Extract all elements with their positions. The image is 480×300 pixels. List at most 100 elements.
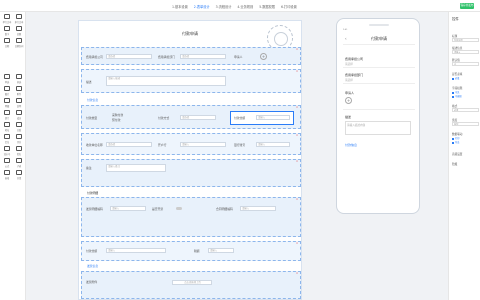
- form-row[interactable]: 描述 请输入描述 ✕: [81, 69, 301, 93]
- upload-area[interactable]: 点击或拖拽上传: [172, 280, 212, 285]
- tab-print-settings[interactable]: 6.打印设置: [281, 4, 297, 9]
- editable-checkbox[interactable]: 可编辑: [452, 94, 462, 98]
- delete-icon[interactable]: ✕: [296, 106, 298, 109]
- default-field[interactable]: 无: [452, 62, 479, 66]
- tab-data-permissions[interactable]: 5.数据权限: [259, 4, 275, 9]
- component-palette: 单行文本 多行文本 数字 金额 日期 日期区间 单选 多选 图片 附件 明细 说…: [0, 12, 26, 300]
- image-icon: [4, 86, 10, 91]
- phone-notch: [369, 24, 389, 26]
- mobile-description-textarea[interactable]: 请输入描述内容: [345, 121, 411, 135]
- palette-item[interactable]: 金额: [13, 26, 25, 37]
- palette-item[interactable]: 单行文本: [1, 14, 13, 25]
- delete-icon[interactable]: ✕: [296, 272, 298, 275]
- delete-icon[interactable]: ✕: [296, 48, 298, 51]
- form-row[interactable]: 费用承担公司 请选择 费用承担部门 请选择 申请人 + ✕: [81, 47, 301, 65]
- payee-select[interactable]: 请选择: [106, 142, 152, 147]
- description-textarea[interactable]: 请输入描述: [106, 76, 226, 86]
- back-icon[interactable]: ‹: [345, 33, 347, 45]
- save-publish-button[interactable]: 保存并发布: [460, 2, 474, 9]
- remark-textarea[interactable]: 请输入备注: [106, 164, 166, 172]
- form-row[interactable]: 付款类型 采购付款 预付款 付款方式 请选择 付款金额 请输入 ✕: [81, 105, 301, 129]
- payment-amount-input[interactable]: 请输入: [106, 248, 166, 253]
- palette-item[interactable]: 表格: [1, 170, 13, 181]
- palette-item[interactable]: 定位: [1, 134, 13, 145]
- delete-icon[interactable]: ✕: [296, 160, 298, 163]
- link-icon: [16, 122, 22, 127]
- department-icon: [4, 110, 10, 115]
- tax-input[interactable]: 请输入: [208, 248, 234, 253]
- tab-process-design[interactable]: 3.流程设计: [216, 4, 232, 9]
- palette-item[interactable]: 日期: [1, 38, 13, 49]
- width-field[interactable]: 按钮: [452, 122, 479, 126]
- signature-icon: [16, 146, 22, 151]
- date-icon: [4, 38, 10, 43]
- bank-input[interactable]: 请输入: [180, 142, 226, 147]
- company-placeholder[interactable]: 请选择: [345, 62, 353, 66]
- palette-item[interactable]: 数字: [1, 26, 13, 37]
- address-icon: [4, 122, 10, 127]
- palette-item[interactable]: 多选: [13, 74, 25, 85]
- textarea-icon: [16, 14, 22, 19]
- department-select[interactable]: 请选择: [180, 54, 226, 59]
- form-canvas[interactable]: 付款申请 费用承担公司 请选择 费用承担部门 请选择 申请人 + ✕ 描述 请输…: [78, 20, 302, 300]
- palette-item[interactable]: 图片: [1, 86, 13, 97]
- delete-icon[interactable]: ✕: [296, 242, 298, 245]
- section-header: 付款明细: [87, 191, 99, 195]
- palette-item[interactable]: 单选: [1, 74, 13, 85]
- group-icon: [16, 170, 22, 175]
- delete-icon[interactable]: ✕: [296, 198, 298, 201]
- palette-item[interactable]: 子表: [13, 158, 25, 169]
- radio-icon: [4, 74, 10, 79]
- required-checkbox[interactable]: 必填: [452, 76, 459, 80]
- palette-item[interactable]: 日期区间: [13, 38, 25, 49]
- checkbox-icon: [16, 74, 22, 79]
- tab-business-rules[interactable]: 4.业务规则: [237, 4, 253, 9]
- form-row[interactable]: 付款金额 请输入 税额 请输入 ✕: [81, 241, 301, 261]
- tab-form-design[interactable]: 2.表单设计: [194, 4, 210, 9]
- add-applicant-button[interactable]: +: [345, 97, 352, 104]
- status-bar: 9:41: [343, 29, 348, 31]
- mobile-title: ‹ 付款申请: [343, 33, 415, 45]
- palette-item[interactable]: 公式: [1, 158, 13, 169]
- member-icon: [16, 110, 22, 115]
- palette-item[interactable]: 明细: [1, 98, 13, 109]
- palette-item[interactable]: 分组: [13, 170, 25, 181]
- star-icon: [16, 134, 22, 139]
- export-checkbox[interactable]: 导出: [452, 140, 459, 144]
- amount-input[interactable]: 请输入: [256, 115, 290, 120]
- add-applicant-button[interactable]: +: [260, 53, 267, 60]
- title-field[interactable]: 付款申请: [452, 38, 479, 42]
- palette-item[interactable]: 流水号: [1, 146, 13, 157]
- dept-placeholder[interactable]: 请选择: [345, 78, 353, 82]
- location-icon: [4, 134, 10, 139]
- palette-item[interactable]: 部门: [1, 110, 13, 121]
- formula-icon: [4, 158, 10, 163]
- palette-item[interactable]: 附件: [13, 86, 25, 97]
- palette-item[interactable]: 评分: [13, 134, 25, 145]
- number-icon: [4, 26, 10, 31]
- invoice-code-input[interactable]: 请输入: [110, 206, 146, 211]
- desc-field[interactable]: 请输入: [452, 50, 479, 54]
- section-link[interactable]: 付款信息: [345, 143, 357, 147]
- form-row[interactable]: 发票明细编码 请输入 是否开票 合同明细编码 请输入 ✕: [81, 197, 301, 237]
- palette-item[interactable]: 多行文本: [13, 14, 25, 25]
- delete-icon[interactable]: ✕: [296, 70, 298, 73]
- invoice-toggle[interactable]: [176, 207, 182, 210]
- form-row[interactable]: 发票附件 点击或拖拽上传 ✕: [81, 271, 301, 299]
- contract-code-input[interactable]: 请输入: [240, 206, 276, 211]
- form-row[interactable]: 备注 请输入备注 ✕: [81, 159, 301, 187]
- company-select[interactable]: 请选择: [106, 54, 152, 59]
- format-field[interactable]: 必填: [452, 108, 479, 112]
- palette-item[interactable]: 关联: [13, 122, 25, 133]
- tab-basic-settings[interactable]: 1.基本设置: [172, 4, 188, 9]
- delete-icon[interactable]: ✕: [296, 134, 298, 137]
- section-header: 付款信息: [87, 98, 99, 102]
- account-input[interactable]: 请输入: [256, 142, 290, 147]
- palette-item[interactable]: 成员: [13, 110, 25, 121]
- palette-item[interactable]: 签名: [13, 146, 25, 157]
- palette-item[interactable]: 说明: [13, 98, 25, 109]
- palette-item[interactable]: 地址: [1, 122, 13, 133]
- mobile-preview: 9:41 ‹ 付款申请 费用承担公司 请选择 费用承担部门 请选择 申请人 + …: [336, 18, 420, 214]
- form-row[interactable]: 收款单位名称 请选择 开户行 请输入 银行账号 请输入 ✕: [81, 133, 301, 155]
- payment-method-select[interactable]: 请选择: [180, 115, 216, 120]
